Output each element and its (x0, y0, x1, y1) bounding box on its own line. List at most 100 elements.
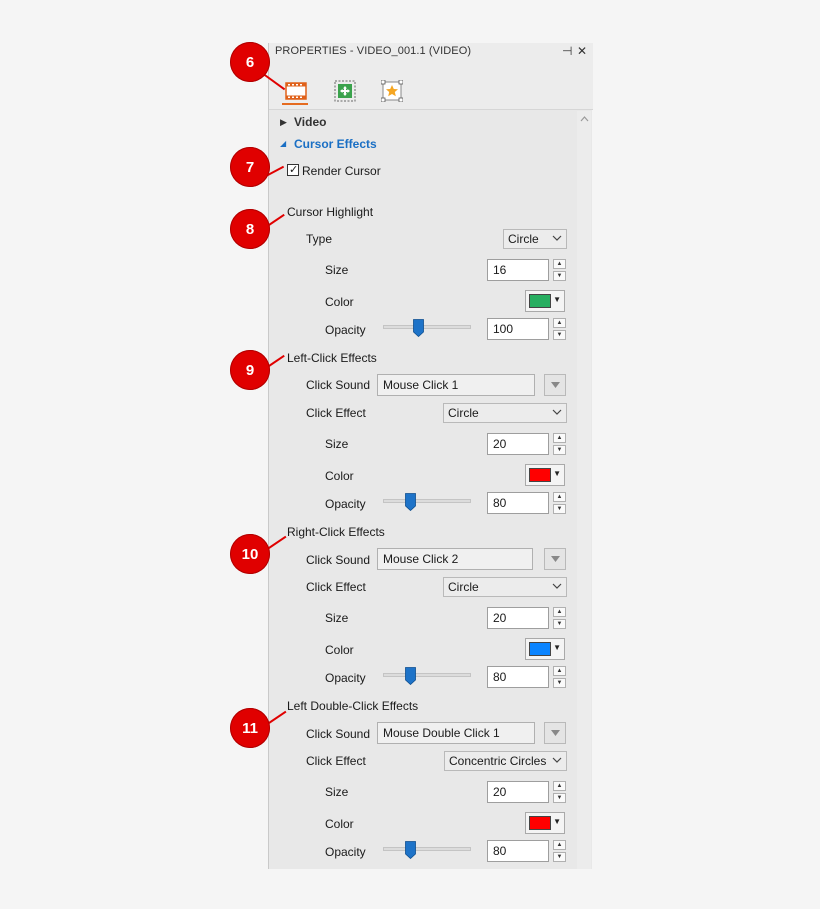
double-click-size-input[interactable]: 20 (487, 781, 549, 803)
right-click-sound-field[interactable]: Mouse Click 2 (377, 548, 533, 570)
double-click-color-swatch (529, 816, 551, 830)
stepper-down-icon[interactable]: ▼ (553, 793, 566, 803)
stepper-up-icon[interactable]: ▲ (553, 259, 566, 269)
left-click-header: Left-Click Effects (287, 351, 377, 365)
collapse-arrow-icon[interactable]: ◢ (280, 139, 286, 148)
double-click-color-label: Color (325, 817, 354, 831)
highlight-type-dropdown[interactable]: Circle (503, 229, 567, 249)
move-icon[interactable] (334, 80, 356, 102)
dropdown-arrow-icon: ▼ (553, 643, 561, 652)
stepper-up-icon[interactable]: ▲ (553, 781, 566, 791)
left-click-size-label: Size (325, 437, 349, 451)
panel-toolbar (269, 61, 593, 110)
stepper-up-icon[interactable]: ▲ (553, 433, 566, 443)
left-click-sound-label: Click Sound (306, 378, 371, 392)
highlight-opacity-stepper[interactable]: ▲ ▼ (553, 318, 567, 340)
callout-badge: 11 (230, 708, 270, 748)
left-click-color-label: Color (325, 469, 354, 483)
double-click-opacity-stepper[interactable]: ▲ ▼ (553, 840, 567, 862)
section-video[interactable]: Video (294, 115, 326, 129)
panel-titlebar: PROPERTIES - VIDEO_001.1 (VIDEO) ⊣ ✕ (269, 43, 593, 62)
right-click-size-stepper[interactable]: ▲ ▼ (553, 607, 567, 629)
left-click-opacity-input[interactable]: 80 (487, 492, 549, 514)
vertical-scrollbar[interactable] (577, 111, 591, 869)
left-click-opacity-label: Opacity (325, 497, 366, 511)
type-label: Type (306, 232, 333, 246)
stepper-down-icon[interactable]: ▼ (553, 504, 566, 514)
cursor-highlight-header: Cursor Highlight (287, 205, 374, 219)
scroll-up-icon[interactable] (580, 116, 589, 122)
stepper-up-icon[interactable]: ▲ (553, 318, 566, 328)
close-icon[interactable]: ✕ (577, 44, 587, 58)
double-click-opacity-track[interactable] (383, 847, 471, 851)
double-click-color-picker[interactable]: ▼ (525, 812, 565, 834)
stepper-down-icon[interactable]: ▼ (553, 271, 566, 281)
highlight-color-picker[interactable]: ▼ (525, 290, 565, 312)
active-tab-indicator (282, 103, 308, 105)
double-click-effect-label: Click Effect (306, 754, 366, 768)
star-frame-icon[interactable] (381, 80, 403, 102)
film-icon[interactable] (285, 80, 307, 102)
right-click-sound-button[interactable] (544, 548, 566, 570)
right-click-opacity-input[interactable]: 80 (487, 666, 549, 688)
double-click-header: Left Double-Click Effects (287, 699, 419, 713)
expand-arrow-icon[interactable]: ▶ (280, 117, 287, 128)
callout-badge: 10 (230, 534, 270, 574)
left-click-effect-dropdown[interactable]: Circle (443, 403, 567, 423)
double-click-opacity-input[interactable]: 80 (487, 840, 549, 862)
double-click-sound-label: Click Sound (306, 727, 371, 741)
stepper-down-icon[interactable]: ▼ (553, 445, 566, 455)
right-click-opacity-track[interactable] (383, 673, 471, 677)
callout-badge: 8 (230, 209, 270, 249)
right-click-color-swatch (529, 642, 551, 656)
highlight-type-value: Circle (508, 232, 539, 246)
right-click-color-picker[interactable]: ▼ (525, 638, 565, 660)
section-cursor-effects[interactable]: Cursor Effects (294, 137, 377, 151)
double-click-opacity-thumb[interactable] (405, 841, 416, 859)
stepper-up-icon[interactable]: ▲ (553, 840, 566, 850)
right-click-size-input[interactable]: 20 (487, 607, 549, 629)
left-click-color-picker[interactable]: ▼ (525, 464, 565, 486)
stepper-down-icon[interactable]: ▼ (553, 619, 566, 629)
stepper-down-icon[interactable]: ▼ (553, 330, 566, 340)
right-click-color-label: Color (325, 643, 354, 657)
dropdown-arrow-icon: ▼ (553, 469, 561, 478)
left-click-sound-field[interactable]: Mouse Click 1 (377, 374, 535, 396)
right-click-effect-dropdown[interactable]: Circle (443, 577, 567, 597)
right-click-opacity-thumb[interactable] (405, 667, 416, 685)
left-click-size-stepper[interactable]: ▲ ▼ (553, 433, 567, 455)
left-click-size-input[interactable]: 20 (487, 433, 549, 455)
caret-down-icon (550, 556, 560, 562)
highlight-opacity-track[interactable] (383, 325, 471, 329)
stepper-down-icon[interactable]: ▼ (553, 678, 566, 688)
stepper-up-icon[interactable]: ▲ (553, 666, 566, 676)
highlight-opacity-input[interactable]: 100 (487, 318, 549, 340)
left-click-effect-label: Click Effect (306, 406, 366, 420)
stepper-up-icon[interactable]: ▲ (553, 607, 566, 617)
double-click-size-stepper[interactable]: ▲ ▼ (553, 781, 567, 803)
render-cursor-checkbox[interactable]: ✓ (287, 164, 299, 176)
left-click-sound-button[interactable] (544, 374, 566, 396)
render-cursor-label: Render Cursor (302, 164, 381, 178)
highlight-size-label: Size (325, 263, 349, 277)
pin-icon[interactable]: ⊣ (562, 44, 572, 58)
properties-panel: PROPERTIES - VIDEO_001.1 (VIDEO) ⊣ ✕ ▶ V… (268, 43, 593, 869)
highlight-opacity-label: Opacity (325, 323, 366, 337)
double-click-sound-field[interactable]: Mouse Double Click 1 (377, 722, 535, 744)
right-click-opacity-stepper[interactable]: ▲ ▼ (553, 666, 567, 688)
highlight-color-swatch (529, 294, 551, 308)
right-click-opacity-label: Opacity (325, 671, 366, 685)
highlight-color-label: Color (325, 295, 354, 309)
highlight-opacity-thumb[interactable] (413, 319, 424, 337)
highlight-size-stepper[interactable]: ▲ ▼ (553, 259, 567, 281)
double-click-effect-dropdown[interactable]: Concentric Circles (444, 751, 567, 771)
right-click-sound-label: Click Sound (306, 553, 371, 567)
double-click-sound-button[interactable] (544, 722, 566, 744)
left-click-opacity-stepper[interactable]: ▲ ▼ (553, 492, 567, 514)
stepper-up-icon[interactable]: ▲ (553, 492, 566, 502)
left-click-opacity-track[interactable] (383, 499, 471, 503)
right-click-size-label: Size (325, 611, 349, 625)
stepper-down-icon[interactable]: ▼ (553, 852, 566, 862)
left-click-opacity-thumb[interactable] (405, 493, 416, 511)
highlight-size-input[interactable]: 16 (487, 259, 549, 281)
